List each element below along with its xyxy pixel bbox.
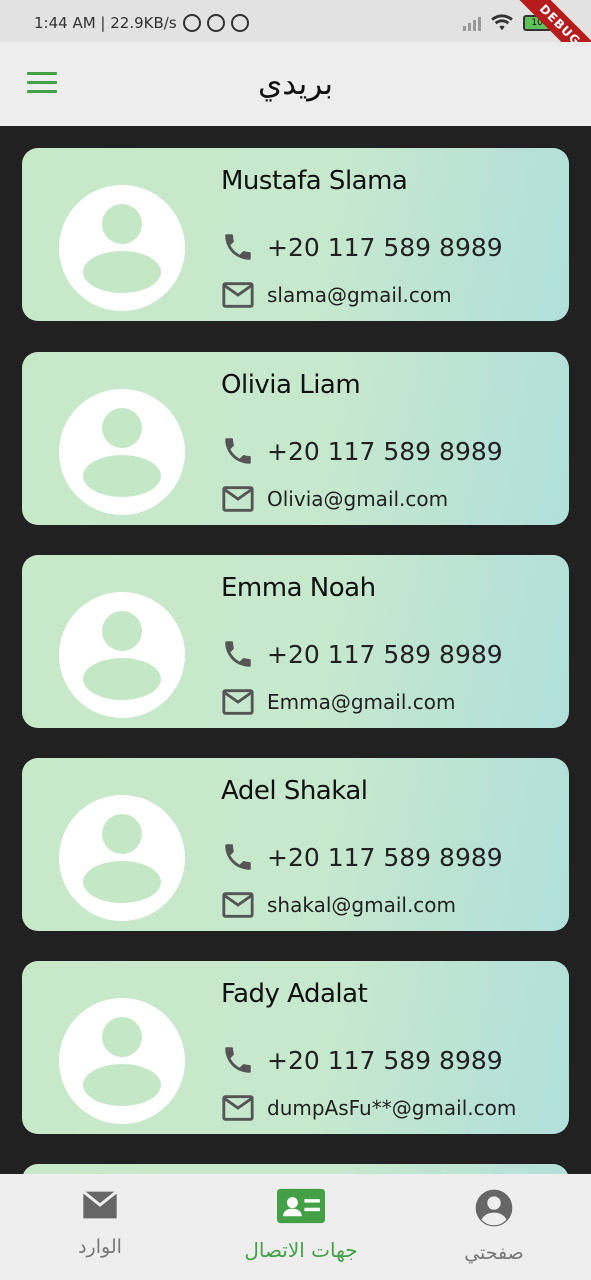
contact-email-row[interactable]: shakal@gmail.com bbox=[221, 890, 456, 920]
contact-email: Olivia@gmail.com bbox=[267, 487, 449, 511]
contact-email-row[interactable]: Emma@gmail.com bbox=[221, 687, 455, 717]
email-icon bbox=[222, 282, 254, 308]
contact-email-row[interactable]: dumpAsFu**@gmail.com bbox=[221, 1093, 516, 1123]
contact-phone-row[interactable]: +20 117 589 8989 bbox=[221, 1043, 503, 1077]
email-icon bbox=[222, 486, 254, 512]
contact-phone-row[interactable]: +20 117 589 8989 bbox=[221, 637, 503, 671]
contact-phone-row[interactable]: +20 117 589 8989 bbox=[221, 840, 503, 874]
contact-phone: +20 117 589 8989 bbox=[267, 436, 503, 466]
email-icon bbox=[222, 1095, 254, 1121]
nav-item-inbox[interactable]: الوارد bbox=[52, 1188, 148, 1258]
wifi-icon bbox=[491, 14, 513, 31]
phone-icon bbox=[225, 1047, 251, 1073]
nav-label: جهات الاتصال bbox=[244, 1238, 358, 1262]
contact-email: Emma@gmail.com bbox=[267, 690, 456, 714]
contact-name: Olivia Liam bbox=[221, 370, 361, 400]
account-circle-icon bbox=[475, 1189, 513, 1227]
avatar-icon bbox=[59, 795, 185, 921]
contact-card[interactable]: Fady Adalat +20 117 589 8989 dumpAsFu**@… bbox=[22, 961, 569, 1134]
contact-name: Adel Shakal bbox=[221, 776, 368, 806]
status-bar: 1:44 AM | 22.9KB/s 100 DEBUG bbox=[0, 0, 591, 79]
contact-card[interactable]: Adel Shakal +20 117 589 8989 shakal@gmai… bbox=[22, 758, 569, 931]
contact-email: shakal@gmail.com bbox=[267, 893, 457, 917]
notification-off-icon bbox=[182, 14, 201, 32]
contact-email-row[interactable]: Olivia@gmail.com bbox=[221, 484, 448, 514]
app-notification-icon-2 bbox=[230, 14, 249, 32]
contact-name: Mustafa Slama bbox=[221, 166, 408, 196]
contact-phone: +20 117 589 8989 bbox=[267, 1045, 503, 1075]
contact-card[interactable]: Emma Noah +20 117 589 8989 Emma@gmail.co… bbox=[22, 555, 569, 728]
phone-icon bbox=[225, 641, 251, 667]
avatar-icon bbox=[59, 389, 185, 515]
contact-name: Fady Adalat bbox=[221, 979, 368, 1009]
nav-label: صفحتي bbox=[464, 1242, 524, 1264]
app-notification-icon bbox=[206, 14, 225, 32]
contact-phone: +20 117 589 8989 bbox=[267, 232, 503, 262]
mail-icon bbox=[82, 1190, 118, 1219]
contact-card[interactable]: Mustafa Slama +20 117 589 8989 slama@gma… bbox=[22, 148, 569, 321]
contact-list[interactable]: Mustafa Slama +20 117 589 8989 slama@gma… bbox=[0, 126, 591, 1174]
phone-icon bbox=[225, 844, 251, 870]
status-time-speed: 1:44 AM | 22.9KB/s bbox=[34, 14, 177, 32]
nav-item-contacts[interactable]: جهات الاتصال bbox=[226, 1188, 376, 1262]
contact-phone: +20 117 589 8989 bbox=[267, 639, 503, 669]
email-icon bbox=[222, 689, 254, 715]
contact-card-icon bbox=[277, 1188, 325, 1224]
avatar-icon bbox=[59, 185, 185, 311]
phone-icon bbox=[225, 438, 251, 464]
contact-email: slama@gmail.com bbox=[267, 283, 452, 307]
contact-email: dumpAsFu**@gmail.com bbox=[267, 1096, 517, 1120]
email-icon bbox=[222, 892, 254, 918]
contact-phone: +20 117 589 8989 bbox=[267, 842, 503, 872]
bottom-navigation: الوارد جهات الاتصال صفحتي bbox=[0, 1174, 591, 1280]
avatar-icon bbox=[59, 592, 185, 718]
contact-name: Emma Noah bbox=[221, 573, 376, 603]
contact-card[interactable] bbox=[22, 1164, 569, 1174]
nav-item-my-page[interactable]: صفحتي bbox=[446, 1188, 542, 1264]
nav-label: الوارد bbox=[78, 1236, 122, 1258]
contact-card[interactable]: Olivia Liam +20 117 589 8989 Olivia@gmai… bbox=[22, 352, 569, 525]
page-title: بريدي bbox=[258, 66, 333, 102]
signal-icon bbox=[463, 15, 481, 31]
contact-phone-row[interactable]: +20 117 589 8989 bbox=[221, 434, 503, 468]
status-left: 1:44 AM | 22.9KB/s bbox=[34, 14, 249, 32]
app-bar: بريدي bbox=[0, 42, 591, 126]
phone-icon bbox=[225, 234, 251, 260]
contact-email-row[interactable]: slama@gmail.com bbox=[221, 280, 452, 310]
contact-phone-row[interactable]: +20 117 589 8989 bbox=[221, 230, 503, 264]
avatar-icon bbox=[59, 998, 185, 1124]
